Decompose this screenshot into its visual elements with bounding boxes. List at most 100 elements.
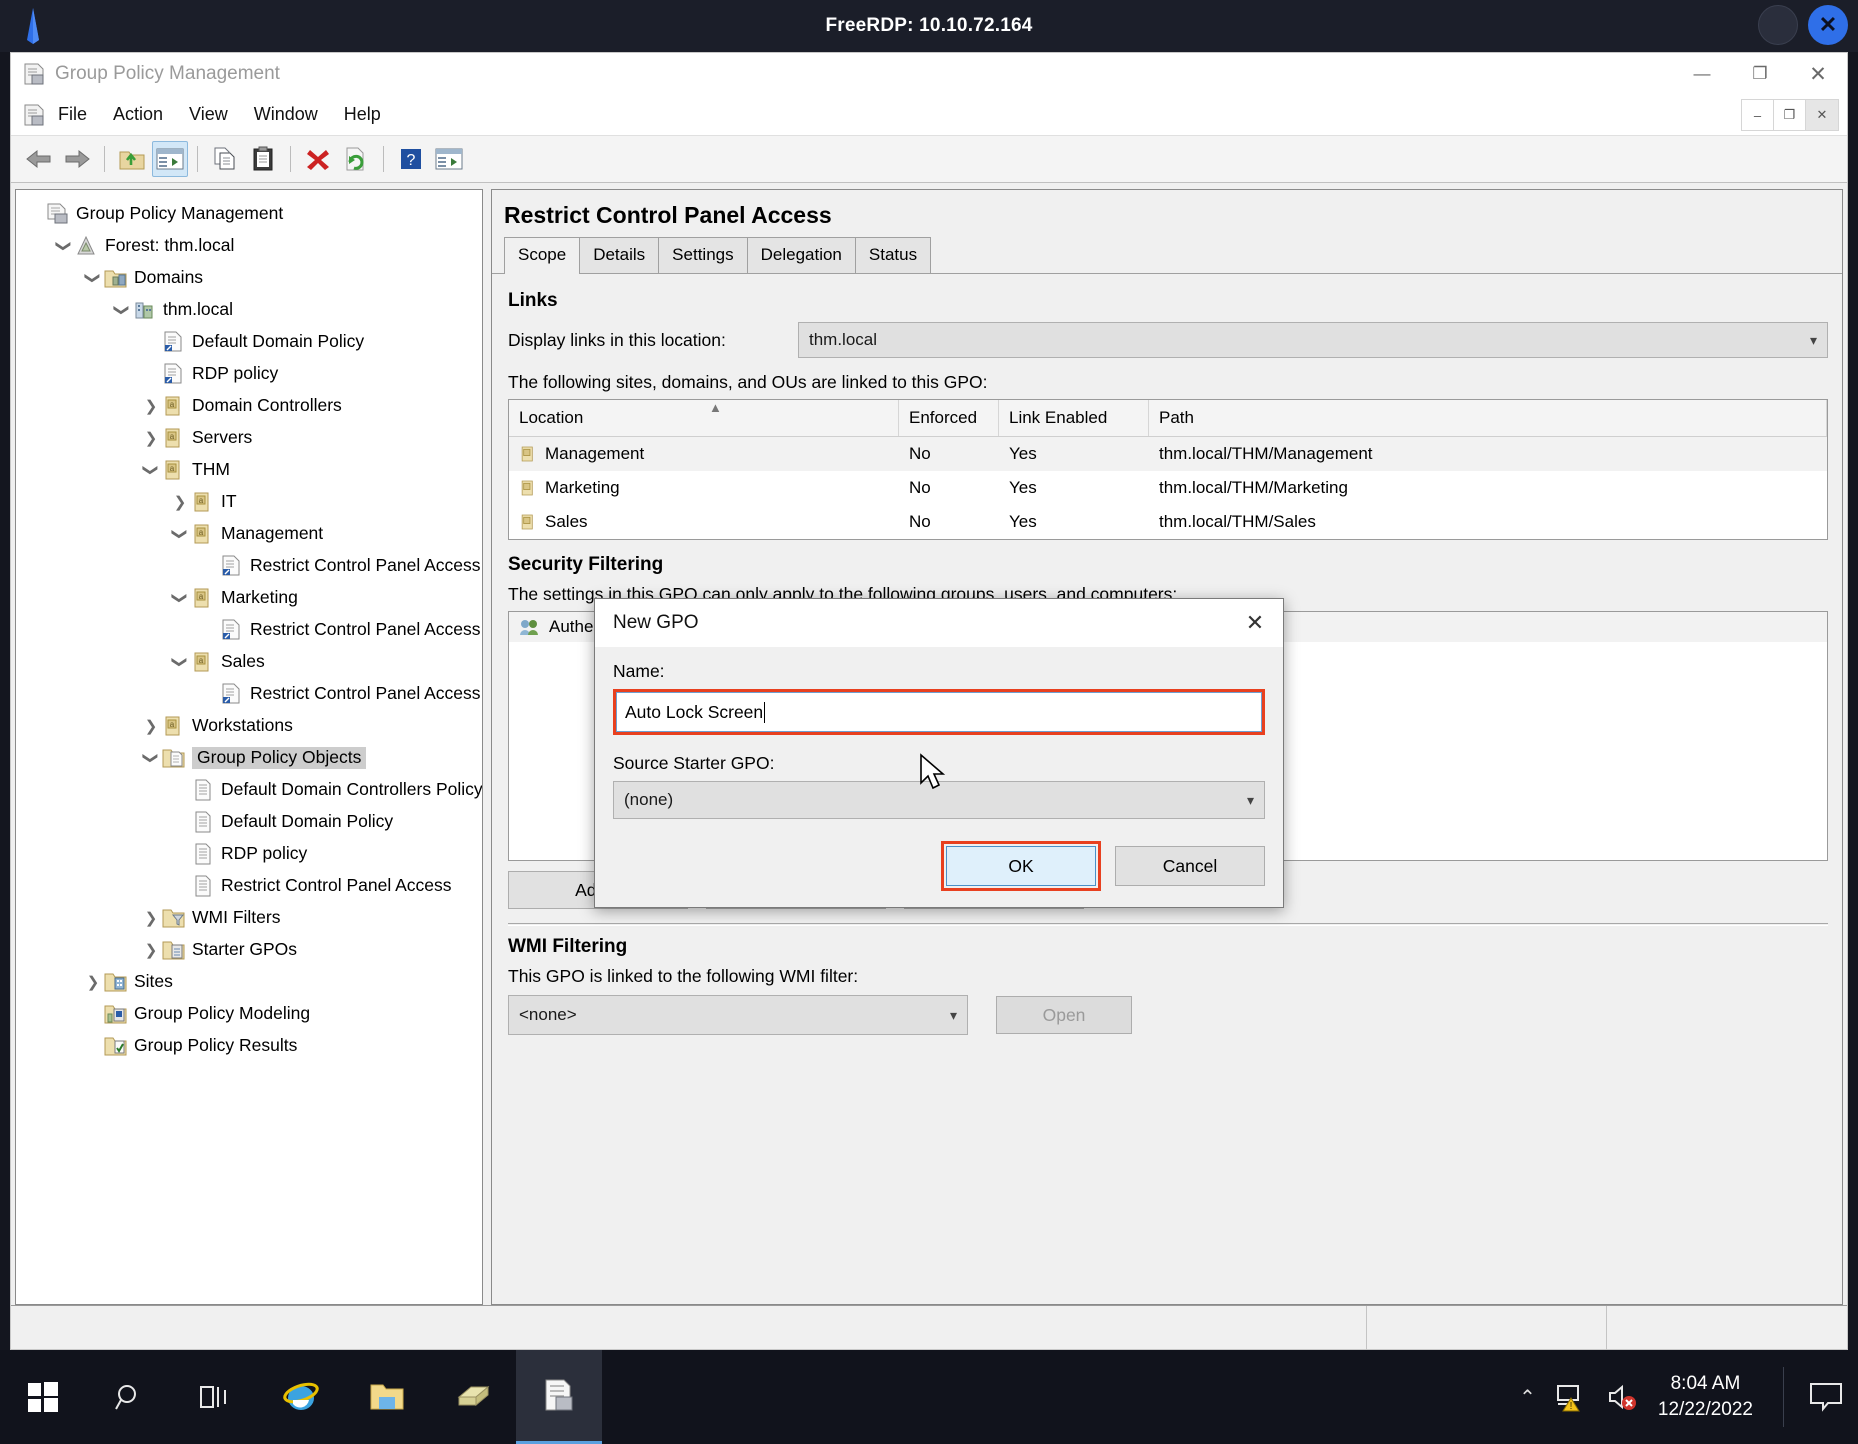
tree-item-thm[interactable]: ❯ a THM	[16, 454, 482, 486]
freerdp-minimize-button[interactable]	[1758, 5, 1798, 45]
ok-button[interactable]: OK	[946, 846, 1096, 886]
tree-item-group-policy-management[interactable]: Group Policy Management	[16, 198, 482, 230]
links-table[interactable]: ▲ Location Enforced Link Enabled Path Ma…	[508, 399, 1828, 540]
chevron-right-icon[interactable]: ❯	[140, 397, 162, 415]
chevron-down-icon[interactable]: ❯	[171, 651, 189, 673]
column-header-link-enabled[interactable]: Link Enabled	[999, 400, 1149, 436]
tree-item-thm-local[interactable]: ❯ thm.local	[16, 294, 482, 326]
tab-scope[interactable]: Scope	[504, 237, 581, 274]
column-header-enforced[interactable]: Enforced	[899, 400, 999, 436]
menu-view[interactable]: View	[176, 100, 241, 129]
group-policy-management-taskbar-icon[interactable]	[516, 1350, 602, 1444]
chevron-right-icon[interactable]: ❯	[140, 429, 162, 447]
chevron-right-icon[interactable]: ❯	[82, 973, 104, 991]
tree-item-default-domain-policy[interactable]: Default Domain Policy	[16, 326, 482, 358]
paste-icon[interactable]	[245, 141, 281, 177]
tree-item-default-domain-controllers-policy[interactable]: Default Domain Controllers Policy	[16, 774, 482, 806]
tree-item-domains[interactable]: ❯ Domains	[16, 262, 482, 294]
action-center-icon[interactable]	[1808, 1381, 1844, 1413]
chevron-down-icon[interactable]: ❯	[55, 235, 73, 257]
close-icon[interactable]: ✕	[1227, 599, 1283, 647]
tree-item-management[interactable]: ❯ a Management	[16, 518, 482, 550]
tree-item-label: Sites	[134, 971, 173, 992]
tree-item-restrict-control-panel-access[interactable]: Restrict Control Panel Access	[16, 870, 482, 902]
menu-action[interactable]: Action	[100, 100, 176, 129]
search-icon[interactable]	[86, 1350, 172, 1444]
table-row[interactable]: Marketing No Yes thm.local/THM/Marketing	[509, 471, 1827, 505]
tree-item-sales[interactable]: ❯ a Sales	[16, 646, 482, 678]
mmc-minimize-button[interactable]: —	[1673, 53, 1731, 95]
forward-icon[interactable]	[59, 141, 95, 177]
start-button[interactable]	[0, 1350, 86, 1444]
chevron-down-icon[interactable]: ❯	[113, 299, 131, 321]
clock[interactable]: 8:04 AM 12/22/2022	[1658, 1371, 1753, 1422]
delete-icon[interactable]	[300, 141, 336, 177]
mmc-restore-button[interactable]: ❐	[1731, 53, 1789, 95]
menu-file[interactable]: File	[45, 100, 100, 129]
tree-item-group-policy-results[interactable]: Group Policy Results	[16, 1030, 482, 1062]
column-header-path[interactable]: Path	[1149, 400, 1827, 436]
table-row[interactable]: Sales No Yes thm.local/THM/Sales	[509, 505, 1827, 539]
chevron-down-icon[interactable]: ❯	[142, 459, 160, 481]
tree-item-restrict-control-panel-access[interactable]: Restrict Control Panel Access	[16, 678, 482, 710]
cancel-button[interactable]: Cancel	[1115, 846, 1265, 886]
location-dropdown[interactable]: thm.local ▾	[798, 322, 1828, 358]
tab-delegation[interactable]: Delegation	[746, 237, 856, 273]
server-manager-icon[interactable]	[430, 1350, 516, 1444]
back-icon[interactable]	[21, 141, 57, 177]
chevron-right-icon[interactable]: ❯	[169, 493, 191, 511]
chevron-down-icon[interactable]: ❯	[142, 747, 160, 769]
tree-item-default-domain-policy[interactable]: Default Domain Policy	[16, 806, 482, 838]
tab-status[interactable]: Status	[854, 237, 932, 273]
chevron-down-icon[interactable]: ❯	[171, 523, 189, 545]
network-warning-icon[interactable]: !	[1554, 1382, 1588, 1412]
mmc-close-button[interactable]: ✕	[1789, 53, 1847, 95]
tree-item-sites[interactable]: ❯ Sites	[16, 966, 482, 998]
freerdp-close-button[interactable]: ✕	[1808, 5, 1848, 45]
copy-icon[interactable]	[207, 141, 243, 177]
help-icon[interactable]: ?	[393, 141, 429, 177]
tree-item-forest-thm-local[interactable]: ❯ Forest: thm.local	[16, 230, 482, 262]
tree-item-workstations[interactable]: ❯ a Workstations	[16, 710, 482, 742]
tree-item-restrict-control-panel-access[interactable]: Restrict Control Panel Access	[16, 550, 482, 582]
document-restore-button[interactable]: ❐	[1774, 100, 1806, 130]
internet-explorer-icon[interactable]	[258, 1350, 344, 1444]
tree-item-starter-gpos[interactable]: ❯ Starter GPOs	[16, 934, 482, 966]
chevron-up-icon[interactable]: ⌃	[1519, 1385, 1536, 1410]
tree-item-marketing[interactable]: ❯ a Marketing	[16, 582, 482, 614]
properties-icon[interactable]	[431, 141, 467, 177]
chevron-down-icon[interactable]: ❯	[171, 587, 189, 609]
tree-item-restrict-control-panel-access[interactable]: Restrict Control Panel Access	[16, 614, 482, 646]
chevron-right-icon[interactable]: ❯	[140, 717, 162, 735]
task-view-icon[interactable]	[172, 1350, 258, 1444]
document-minimize-button[interactable]: –	[1742, 100, 1774, 130]
menu-window[interactable]: Window	[241, 100, 331, 129]
status-message	[11, 1305, 1367, 1350]
console-tree-pane[interactable]: Group Policy Management ❯ Forest: thm.loca…	[15, 189, 483, 1305]
refresh-icon[interactable]	[338, 141, 374, 177]
volume-muted-icon[interactable]	[1606, 1382, 1640, 1412]
tab-details[interactable]: Details	[579, 237, 660, 273]
up-folder-icon[interactable]	[114, 141, 150, 177]
menu-help[interactable]: Help	[331, 100, 394, 129]
wmi-filter-dropdown[interactable]: <none> ▾	[508, 995, 968, 1035]
tab-settings[interactable]: Settings	[658, 237, 748, 273]
show-hide-console-tree-icon[interactable]	[152, 141, 188, 177]
tree-item-rdp-policy[interactable]: RDP policy	[16, 838, 482, 870]
table-row[interactable]: Management No Yes thm.local/THM/Management	[509, 437, 1827, 471]
column-header-location[interactable]: Location	[509, 400, 899, 436]
chevron-down-icon[interactable]: ❯	[84, 267, 102, 289]
file-explorer-icon[interactable]	[344, 1350, 430, 1444]
tree-item-wmi-filters[interactable]: ❯ WMI Filters	[16, 902, 482, 934]
tree-item-group-policy-modeling[interactable]: Group Policy Modeling	[16, 998, 482, 1030]
document-close-button[interactable]: ✕	[1806, 100, 1838, 130]
tree-item-servers[interactable]: ❯ a Servers	[16, 422, 482, 454]
tree-item-rdp-policy[interactable]: RDP policy	[16, 358, 482, 390]
tree-item-domain-controllers[interactable]: ❯ a Domain Controllers	[16, 390, 482, 422]
chevron-right-icon[interactable]: ❯	[140, 941, 162, 959]
tree-item-group-policy-objects[interactable]: ❯ Group Policy Objects	[16, 742, 482, 774]
tree-item-it[interactable]: ❯ a IT	[16, 486, 482, 518]
chevron-right-icon[interactable]: ❯	[140, 909, 162, 927]
mmc-system-menu-icon[interactable]	[23, 103, 45, 127]
name-input[interactable]: Auto Lock Screen	[616, 692, 1262, 732]
